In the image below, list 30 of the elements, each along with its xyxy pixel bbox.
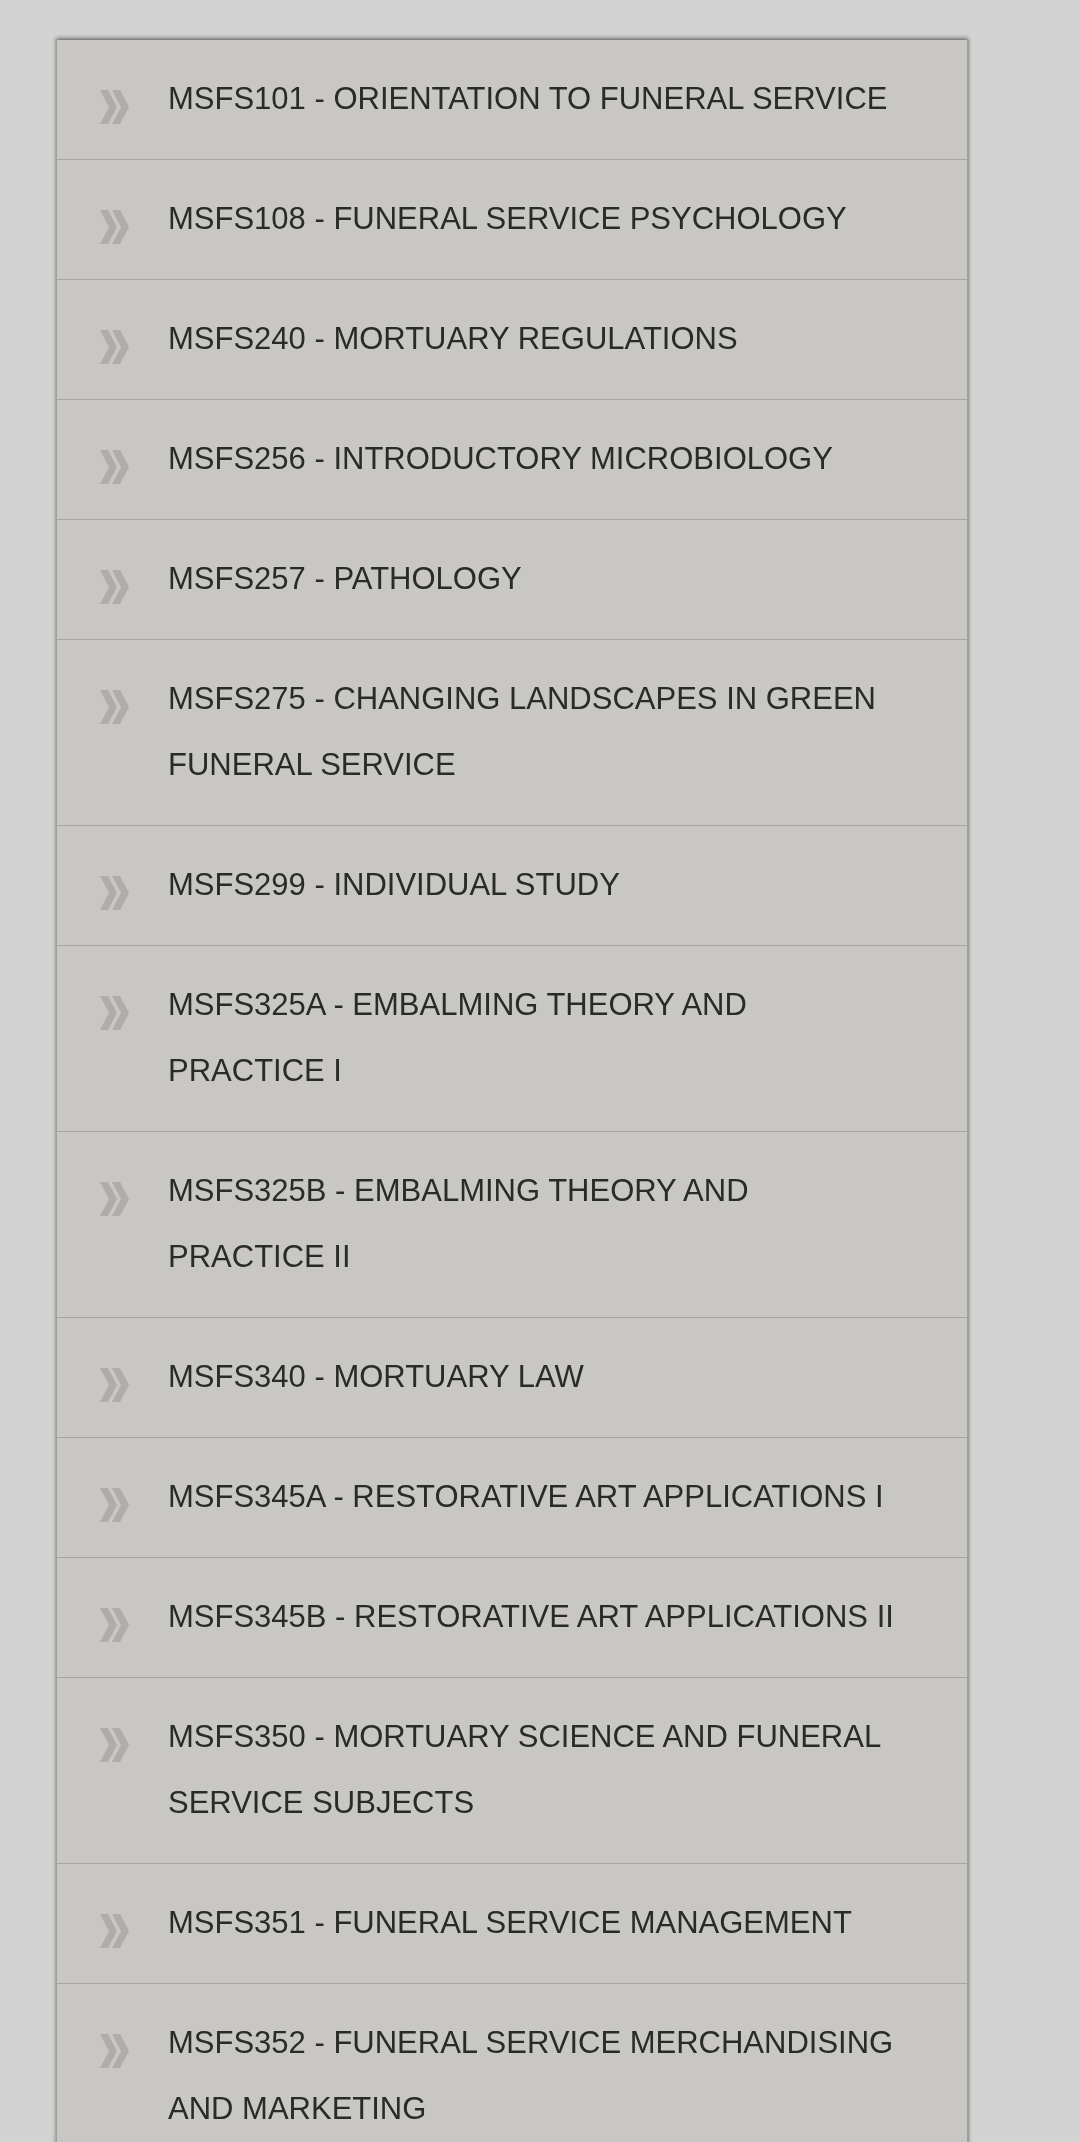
course-item[interactable]: MSFS345B - RESTORATIVE ART APPLICATIONS II <box>57 1558 967 1678</box>
course-item[interactable]: MSFS345A - RESTORATIVE ART APPLICATIONS I <box>57 1438 967 1558</box>
double-chevron-icon <box>100 2034 129 2068</box>
course-item[interactable]: MSFS325A - EMBALMING THEORY AND PRACTICE I <box>57 946 967 1132</box>
course-item[interactable]: MSFS108 - FUNERAL SERVICE PSYCHOLOGY <box>57 160 967 280</box>
double-chevron-icon <box>100 1608 129 1642</box>
course-item[interactable]: MSFS299 - INDIVIDUAL STUDY <box>57 826 967 946</box>
course-item[interactable]: MSFS350 - MORTUARY SCIENCE AND FUNERAL SERVICE SUBJECTS <box>57 1678 967 1864</box>
course-item[interactable]: MSFS257 - PATHOLOGY <box>57 520 967 640</box>
course-item[interactable]: MSFS351 - FUNERAL SERVICE MANAGEMENT <box>57 1864 967 1984</box>
course-item[interactable]: MSFS325B - EMBALMING THEORY AND PRACTICE II <box>57 1132 967 1318</box>
double-chevron-icon <box>100 1488 129 1522</box>
course-item[interactable]: MSFS240 - MORTUARY REGULATIONS <box>57 280 967 400</box>
double-chevron-icon <box>100 90 129 124</box>
course-item[interactable]: MSFS352 - FUNERAL SERVICE MERCHANDISING AND MARKETING <box>57 1984 967 2142</box>
double-chevron-icon <box>100 996 129 1030</box>
double-chevron-icon <box>100 210 129 244</box>
double-chevron-icon <box>100 450 129 484</box>
double-chevron-icon <box>100 1368 129 1402</box>
course-item[interactable]: MSFS275 - CHANGING LANDSCAPES IN GREEN FUNERAL SERVICE <box>57 640 967 826</box>
double-chevron-icon <box>100 1914 129 1948</box>
double-chevron-icon <box>100 876 129 910</box>
double-chevron-icon <box>100 690 129 724</box>
course-item[interactable]: MSFS101 - ORIENTATION TO FUNERAL SERVICE <box>57 40 967 160</box>
double-chevron-icon <box>100 330 129 364</box>
course-item[interactable]: MSFS340 - MORTUARY LAW <box>57 1318 967 1438</box>
double-chevron-icon <box>100 1182 129 1216</box>
double-chevron-icon <box>100 1728 129 1762</box>
double-chevron-icon <box>100 570 129 604</box>
course-item[interactable]: MSFS256 - INTRODUCTORY MICROBIOLOGY <box>57 400 967 520</box>
